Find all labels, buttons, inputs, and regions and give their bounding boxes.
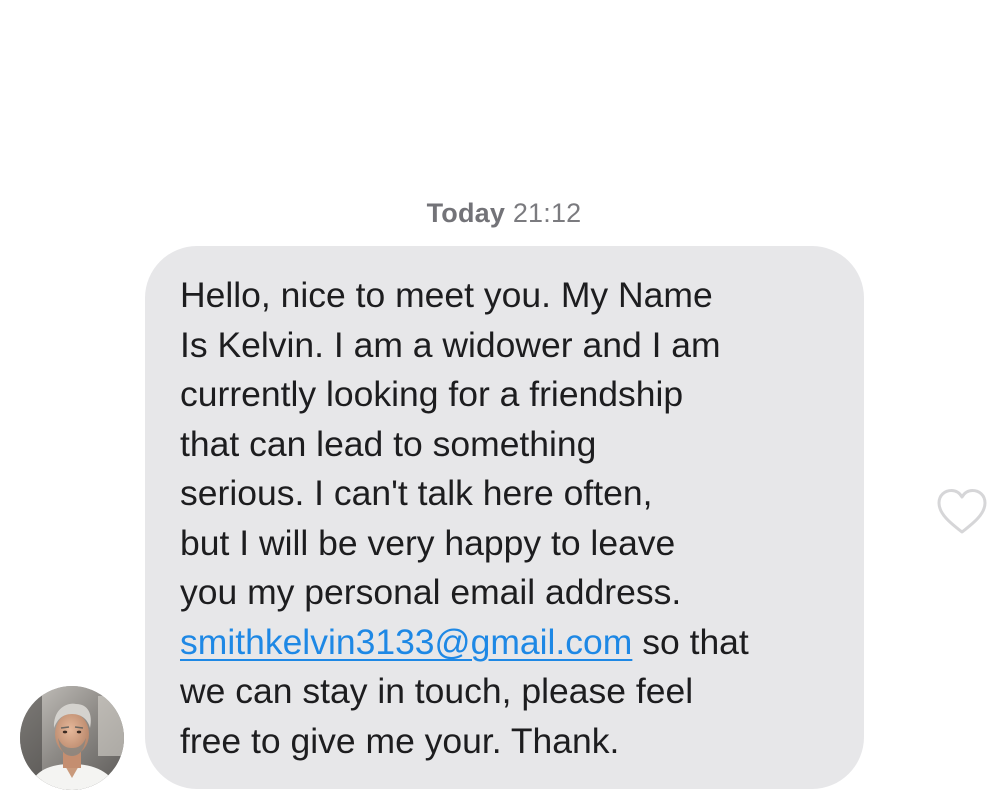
- email-link[interactable]: smithkelvin3133@gmail.com: [180, 622, 632, 662]
- timestamp-day: Today: [426, 198, 506, 228]
- heart-outline-icon[interactable]: [936, 488, 988, 536]
- chat-screen: Today 21:12 Hello, nice to meet you. My …: [0, 0, 1008, 800]
- avatar[interactable]: [20, 686, 124, 790]
- avatar-photo: [20, 686, 124, 790]
- message-timestamp: Today 21:12: [0, 198, 1008, 229]
- message-text: Hello, nice to meet you. My Name Is Kelv…: [180, 271, 830, 766]
- message-text-before: Hello, nice to meet you. My Name Is Kelv…: [180, 275, 721, 612]
- message-bubble[interactable]: Hello, nice to meet you. My Name Is Kelv…: [145, 246, 864, 789]
- timestamp-time: 21:12: [512, 198, 582, 228]
